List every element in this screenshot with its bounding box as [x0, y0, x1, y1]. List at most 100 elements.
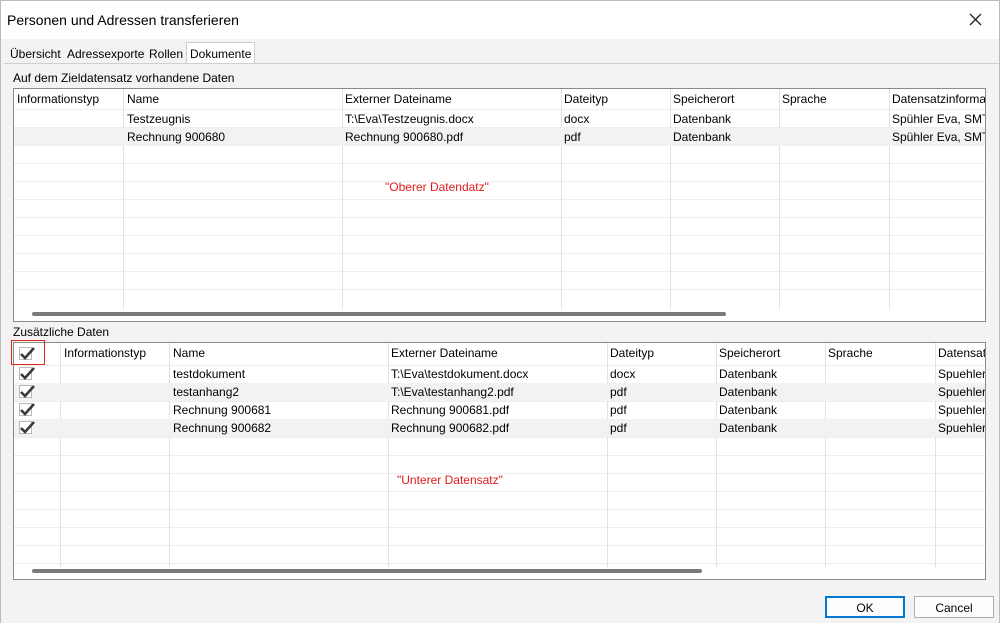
grid-row-line — [14, 235, 985, 236]
window-title: Personen und Adressen transferieren — [7, 12, 239, 28]
lower-cell-dateityp: pdf — [610, 385, 627, 399]
lower-cell-speicherort: Datenbank — [719, 385, 778, 399]
checkmark-icon — [20, 421, 35, 434]
upper-horizontal-scrollbar[interactable] — [32, 312, 726, 316]
upper-header-sprache[interactable]: Sprache — [779, 89, 889, 109]
lower-cell-dateityp: docx — [610, 367, 636, 381]
table-row[interactable]: testanhang2 T:\Eva\testanhang2.pdf pdf D… — [14, 383, 985, 401]
upper-annotation: "Oberer Datendatz" — [385, 180, 489, 194]
lower-header-sprache[interactable]: Sprache — [825, 343, 935, 363]
upper-cell-informationstyp — [14, 110, 123, 128]
ok-button[interactable]: OK — [825, 596, 905, 618]
lower-cell-sprache — [825, 365, 935, 383]
tab-dokumente[interactable]: Dokumente — [186, 42, 256, 64]
table-row[interactable]: testdokument T:\Eva\testdokument.docx do… — [14, 365, 985, 383]
lower-cell-informationstyp — [61, 365, 170, 383]
lower-cell-informationstyp — [61, 401, 170, 419]
lower-cell-dateiname: T:\Eva\testdokument.docx — [391, 367, 529, 381]
upper-cell-datensatzinfo: Spühler Eva, SMT S — [892, 130, 985, 144]
lower-data-grid[interactable]: Informationstyp Name Externer Dateiname … — [13, 342, 986, 580]
lower-cell-datensatz: Spuehler — [938, 367, 986, 381]
grid-row-line — [14, 527, 985, 528]
upper-header-datensatzinformation[interactable]: Datensatzinformat — [889, 89, 985, 109]
table-row[interactable]: Rechnung 900681 Rechnung 900681.pdf pdf … — [14, 401, 985, 419]
lower-cell-dateiname: Rechnung 900681.pdf — [391, 403, 510, 417]
tab-uebersicht[interactable]: Übersicht — [7, 44, 64, 64]
lower-header-dateityp[interactable]: Dateityp — [607, 343, 716, 363]
upper-header-speicherort[interactable]: Speicherort — [670, 89, 779, 109]
tab-divider — [4, 63, 999, 64]
lower-cell-name: testdokument — [173, 367, 246, 381]
close-button[interactable] — [953, 1, 999, 39]
lower-horizontal-scrollbar[interactable] — [32, 569, 702, 573]
upper-header-name[interactable]: Name — [124, 89, 342, 109]
lower-header-name[interactable]: Name — [170, 343, 388, 363]
grid-row-line — [14, 217, 985, 218]
upper-header-externer-dateiname[interactable]: Externer Dateiname — [342, 89, 561, 109]
upper-cell-sprache — [779, 110, 889, 128]
lower-cell-name: testanhang2 — [173, 385, 240, 399]
upper-cell-dateityp: docx — [564, 112, 590, 126]
upper-cell-name: Testzeugnis — [127, 112, 191, 126]
row-checkbox[interactable] — [19, 403, 35, 416]
lower-header-speicherort[interactable]: Speicherort — [716, 343, 825, 363]
table-row[interactable]: Testzeugnis T:\Eva\Testzeugnis.docx docx… — [14, 110, 985, 128]
upper-cell-speicherort: Datenbank — [673, 112, 732, 126]
grid-row-line — [14, 563, 985, 564]
row-checkbox[interactable] — [19, 421, 35, 434]
lower-cell-speicherort: Datenbank — [719, 403, 778, 417]
select-all-highlight — [11, 340, 45, 365]
lower-cell-speicherort: Datenbank — [719, 367, 778, 381]
close-icon — [969, 13, 982, 26]
lower-cell-dateiname: Rechnung 900682.pdf — [391, 421, 510, 435]
grid-row-line — [14, 491, 985, 492]
upper-header-informationstyp[interactable]: Informationstyp — [14, 89, 123, 109]
upper-section-label: Auf dem Zieldatensatz vorhandene Daten — [13, 71, 235, 85]
lower-cell-sprache — [825, 401, 935, 419]
upper-data-grid[interactable]: Informationstyp Name Externer Dateiname … — [13, 88, 986, 322]
grid-row-line — [14, 289, 985, 290]
checkmark-icon — [20, 367, 35, 380]
grid-row-line — [14, 253, 985, 254]
grid-row-line — [14, 181, 985, 182]
tab-adressexporte[interactable]: Adressexporte — [64, 44, 147, 64]
lower-cell-informationstyp — [61, 419, 170, 437]
checkmark-icon — [20, 403, 35, 416]
lower-annotation: "Unterer Datensatz" — [397, 473, 503, 487]
upper-cell-sprache — [779, 128, 889, 146]
table-row[interactable]: Rechnung 900682 Rechnung 900682.pdf pdf … — [14, 419, 985, 437]
lower-header-externer-dateiname[interactable]: Externer Dateiname — [388, 343, 607, 363]
upper-cell-dateiname: Rechnung 900680.pdf — [345, 130, 464, 144]
lower-cell-name: Rechnung 900682 — [173, 421, 272, 435]
row-checkbox[interactable] — [19, 385, 35, 398]
lower-cell-dateityp: pdf — [610, 403, 627, 417]
lower-cell-speicherort: Datenbank — [719, 421, 778, 435]
cancel-button[interactable]: Cancel — [914, 596, 994, 618]
lower-cell-datensatz: Spuehler — [938, 403, 986, 417]
lower-cell-dateiname: T:\Eva\testanhang2.pdf — [391, 385, 514, 399]
lower-section-label: Zusätzliche Daten — [13, 325, 110, 339]
grid-row-line — [14, 509, 985, 510]
upper-cell-name: Rechnung 900680 — [127, 130, 226, 144]
lower-cell-dateityp: pdf — [610, 421, 627, 435]
grid-row-line — [14, 163, 985, 164]
upper-header-dateityp[interactable]: Dateityp — [561, 89, 670, 109]
upper-cell-informationstyp — [14, 128, 123, 146]
table-row[interactable]: Rechnung 900680 Rechnung 900680.pdf pdf … — [14, 128, 985, 146]
grid-row-line — [14, 545, 985, 546]
upper-cell-datensatzinfo: Spühler Eva, SMT S — [892, 112, 985, 126]
lower-cell-sprache — [825, 419, 935, 437]
lower-cell-name: Rechnung 900681 — [173, 403, 272, 417]
upper-cell-dateityp: pdf — [564, 130, 581, 144]
tab-rollen[interactable]: Rollen — [146, 44, 186, 64]
grid-row-line — [14, 199, 985, 200]
grid-row-line — [14, 271, 985, 272]
background-strip — [0, 623, 1004, 628]
row-checkbox[interactable] — [19, 367, 35, 380]
lower-header-informationstyp[interactable]: Informationstyp — [61, 343, 170, 363]
dialog-window: Personen und Adressen transferieren Über… — [0, 0, 1000, 624]
grid-row-line — [14, 437, 985, 438]
title-bar: Personen und Adressen transferieren — [1, 1, 999, 39]
lower-header-datensatz[interactable]: Datensatz — [935, 343, 985, 363]
lower-cell-datensatz: Spuehler — [938, 421, 986, 435]
